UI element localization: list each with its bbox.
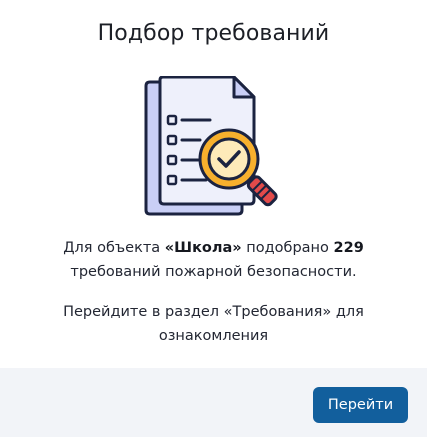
requirements-dialog: Подбор требований Для объекта «Школа» по… [0,0,427,437]
message-middle: подобрано [241,240,334,256]
message-line2: требований пожарной безопасности. [70,264,357,280]
result-message: Для объекта «Школа» подобрано 229 требов… [20,236,407,284]
message-prefix: Для объекта [63,240,165,256]
object-name: «Школа» [164,240,242,256]
hint-line2: ознакомления [158,328,269,344]
requirements-count: 229 [333,240,364,256]
dialog-title: Подбор требований [97,21,330,46]
hint-message: Перейдите в раздел «Требования» для озна… [20,300,407,348]
go-button[interactable]: Перейти [313,387,408,423]
document-search-icon [138,75,290,222]
dialog-footer: Перейти [0,368,427,437]
hint-line1: Перейдите в раздел «Требования» для [63,304,364,320]
